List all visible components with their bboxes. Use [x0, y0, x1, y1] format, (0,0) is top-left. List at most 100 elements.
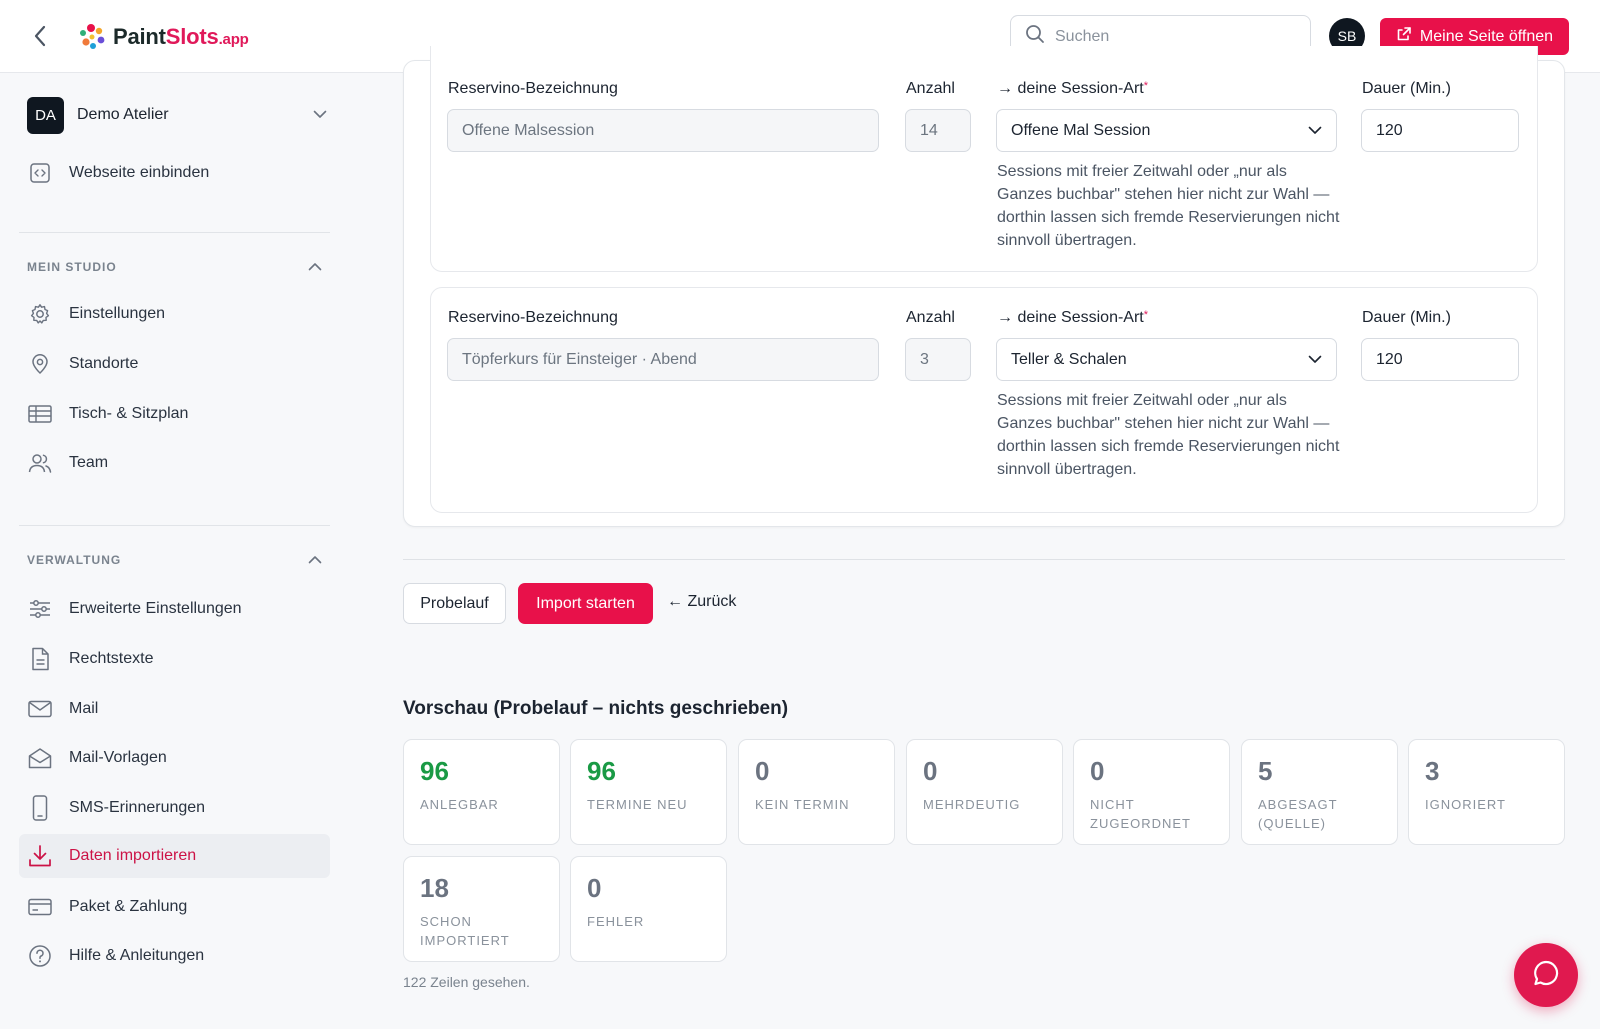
reservino-name-field[interactable]: Töpferkurs für Einsteiger · Abend [447, 338, 879, 381]
stat-card-ignored: 3 IGNORIERT [1408, 739, 1565, 845]
sidebar-item-label: Webseite einbinden [69, 164, 210, 181]
map-pin-icon [28, 352, 52, 376]
sidebar-item-label: Team [69, 454, 109, 471]
stat-value: 0 [923, 756, 938, 786]
stat-label: ABGESAGT (QUELLE) [1258, 797, 1338, 831]
count-field[interactable]: 3 [905, 338, 971, 381]
duration-field[interactable]: 120 [1361, 338, 1519, 381]
sidebar-item-plan-payment[interactable]: Paket & Zahlung [19, 885, 330, 929]
chevron-up-icon [308, 258, 322, 276]
stat-card-errors: 0 FEHLER [570, 856, 727, 962]
chat-button[interactable] [1514, 943, 1578, 1007]
stat-label: SCHON IMPORTIERT [420, 914, 510, 948]
stat-value: 0 [755, 756, 770, 786]
sidebar-item-team[interactable]: Team [19, 441, 330, 485]
section-header-administration[interactable]: VERWALTUNG [27, 550, 322, 570]
chevron-down-icon [1308, 122, 1322, 140]
session-type-select[interactable]: Teller & Schalen [996, 338, 1337, 381]
sidebar-item-label: Daten importieren [69, 847, 197, 864]
chevron-up-icon [308, 551, 322, 569]
sidebar-item-label: Hilfe & Anleitungen [69, 947, 205, 964]
label-count: Anzahl [906, 309, 955, 326]
section-header-my-studio[interactable]: MEIN STUDIO [27, 257, 322, 277]
download-icon [28, 844, 52, 868]
count-field[interactable]: 14 [905, 109, 971, 152]
start-import-button[interactable]: Import starten [518, 583, 653, 624]
label-reservino-name: Reservino-Bezeichnung [448, 80, 618, 97]
logo-wordmark: PaintSlots.app [113, 24, 249, 49]
sidebar-item-mail[interactable]: Mail [19, 687, 330, 731]
app-logo[interactable]: PaintSlots.app [77, 22, 249, 52]
session-type-value: Offene Mal Session [1011, 121, 1151, 139]
stat-label: IGNORIERT [1425, 797, 1506, 812]
label-duration: Dauer (Min.) [1362, 80, 1451, 97]
studio-avatar: DA [27, 96, 64, 134]
sidebar-item-sms-reminders[interactable]: SMS-Erinnerungen [19, 786, 330, 830]
sidebar-item-label: Paket & Zahlung [69, 898, 188, 915]
chevron-down-icon [313, 106, 327, 124]
stat-value: 18 [420, 873, 449, 903]
stat-card-already-imported: 18 SCHON IMPORTIERT [403, 856, 560, 962]
studio-name: Demo Atelier [77, 106, 169, 123]
sidebar-item-mail-templates[interactable]: Mail-Vorlagen [19, 736, 330, 780]
session-type-value: Teller & Schalen [1011, 350, 1127, 368]
dry-run-button[interactable]: Probelauf [403, 583, 506, 624]
chevron-down-icon [1308, 351, 1322, 369]
preview-title: Vorschau (Probelauf – nichts geschrieben… [403, 698, 789, 719]
session-type-select[interactable]: Offene Mal Session [996, 109, 1337, 152]
rows-seen-text: 122 Zeilen gesehen. [403, 974, 530, 990]
stat-label: KEIN TERMIN [755, 797, 850, 812]
section-divider [403, 559, 1565, 560]
stat-value: 5 [1258, 756, 1273, 786]
table-icon [28, 402, 52, 426]
phone-icon [28, 795, 52, 821]
sliders-icon [28, 597, 52, 621]
sidebar-item-label: Erweiterte Einstellungen [69, 600, 242, 617]
back-link[interactable]: ← Zurück [667, 593, 736, 611]
sidebar-item-advanced-settings[interactable]: Erweiterte Einstellungen [19, 587, 330, 631]
duration-field[interactable]: 120 [1361, 109, 1519, 152]
sidebar: DA Demo Atelier Webseite einbinden MEIN … [0, 73, 350, 1029]
sidebar-item-table-plan[interactable]: Tisch- & Sitzplan [19, 392, 330, 436]
stat-card-creatable: 96 ANLEGBAR [403, 739, 560, 845]
label-count: Anzahl [906, 80, 955, 97]
label-session-type: → deine Session-Art* [997, 80, 1149, 97]
stat-value: 96 [587, 756, 616, 786]
label-reservino-name: Reservino-Bezeichnung [448, 309, 618, 326]
sidebar-item-settings[interactable]: Einstellungen [19, 292, 330, 336]
code-icon [28, 161, 52, 185]
stat-label: MEHRDEUTIG [923, 797, 1021, 812]
reservino-name-field[interactable]: Offene Malsession [447, 109, 879, 152]
stat-card-unassigned: 0 NICHT ZUGEORDNET [1073, 739, 1230, 845]
sidebar-item-embed-website[interactable]: Webseite einbinden [19, 151, 330, 195]
sidebar-item-legal-texts[interactable]: Rechtstexte [19, 637, 330, 681]
back-arrow-icon[interactable] [28, 24, 52, 48]
sidebar-item-label: Einstellungen [69, 305, 166, 322]
session-type-hint: Sessions mit freier Zeitwahl oder „nur a… [997, 392, 1340, 478]
sidebar-item-label: Rechtstexte [69, 650, 154, 667]
chat-bubble-icon [1532, 959, 1560, 992]
palette-logo-icon [77, 22, 107, 52]
sidebar-item-label: Mail-Vorlagen [69, 749, 167, 766]
sidebar-item-locations[interactable]: Standorte [19, 342, 330, 386]
studio-switcher[interactable]: DA Demo Atelier [27, 95, 337, 135]
label-duration: Dauer (Min.) [1362, 309, 1451, 326]
open-my-page-label: Meine Seite öffnen [1419, 27, 1554, 45]
sidebar-item-help[interactable]: Hilfe & Anleitungen [19, 934, 330, 978]
section-title: VERWALTUNG [27, 553, 122, 567]
stat-label: TERMINE NEU [587, 797, 688, 812]
sidebar-item-import-data[interactable]: Daten importieren [19, 834, 330, 878]
sidebar-item-label: SMS-Erinnerungen [69, 799, 206, 816]
stat-value: 0 [587, 873, 602, 903]
stat-label: NICHT ZUGEORDNET [1090, 797, 1191, 831]
search-input[interactable] [1055, 27, 1285, 46]
sidebar-item-label: Standorte [69, 355, 139, 372]
stat-value: 96 [420, 756, 449, 786]
label-session-type: → deine Session-Art* [997, 309, 1149, 326]
stat-card-no-appointment: 0 KEIN TERMIN [738, 739, 895, 845]
stat-label: ANLEGBAR [420, 797, 499, 812]
envelope-icon [28, 697, 52, 721]
section-title: MEIN STUDIO [27, 260, 117, 274]
help-circle-icon [28, 944, 52, 968]
stat-value: 0 [1090, 756, 1105, 786]
